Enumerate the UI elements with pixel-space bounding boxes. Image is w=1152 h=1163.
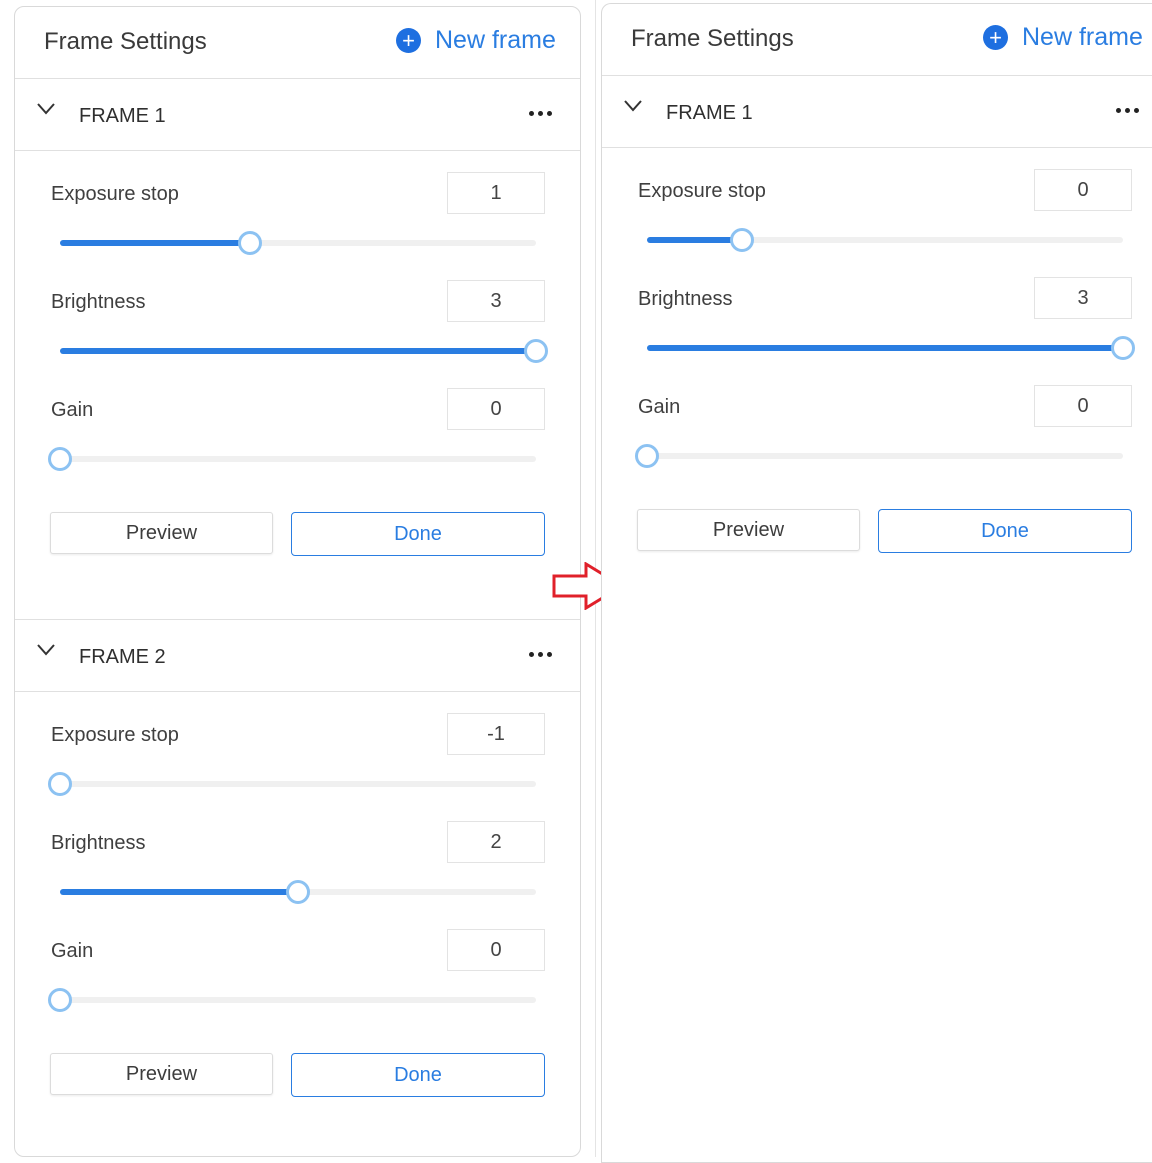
- value-input[interactable]: 1: [447, 172, 545, 214]
- setting-brightness: Brightness 3: [602, 256, 1152, 364]
- slider-thumb[interactable]: [48, 447, 72, 471]
- setting-label: Gain: [51, 940, 94, 962]
- setting-brightness: Brightness 2: [15, 800, 580, 908]
- slider-thumb[interactable]: [524, 339, 548, 363]
- frame-settings-panel-before: Frame Settings + New frame FRAME 1 Expos…: [14, 6, 581, 1157]
- frame-body: Exposure stop -1 Brightness 2 Gain 0 Pre…: [15, 692, 580, 1136]
- slider-track[interactable]: [635, 444, 1123, 468]
- panel-header: Frame Settings + New frame: [15, 7, 580, 79]
- slider-track[interactable]: [647, 228, 1123, 252]
- slider-track[interactable]: [48, 988, 536, 1012]
- slider-thumb[interactable]: [238, 231, 263, 255]
- new-frame-button[interactable]: + New frame: [396, 26, 556, 55]
- value-input[interactable]: 0: [1034, 169, 1132, 211]
- setting-label: Exposure stop: [51, 724, 179, 746]
- slider-track[interactable]: [60, 339, 548, 363]
- frame-header[interactable]: FRAME 2: [15, 620, 580, 692]
- plus-circle-icon: +: [396, 28, 421, 53]
- slider-track[interactable]: [48, 447, 536, 471]
- frame-actions: Preview Done: [15, 1016, 580, 1136]
- setting-label: Exposure stop: [638, 180, 766, 202]
- slider-thumb[interactable]: [730, 228, 755, 252]
- slider-thumb[interactable]: [48, 772, 72, 796]
- setting-exposure-stop: Exposure stop 0: [602, 148, 1152, 256]
- frame-actions: Preview Done: [602, 472, 1152, 592]
- panel-title: Frame Settings: [44, 28, 207, 55]
- value-input[interactable]: 2: [447, 821, 545, 863]
- frame-section: FRAME 2 Exposure stop -1 Brightness 2 Ga…: [15, 619, 580, 1136]
- slider-thumb[interactable]: [286, 880, 310, 904]
- frame-body: Exposure stop 0 Brightness 3 Gain 0 Prev…: [602, 148, 1152, 592]
- new-frame-button[interactable]: + New frame: [983, 23, 1143, 52]
- chevron-down-icon[interactable]: [37, 103, 55, 115]
- more-options-icon[interactable]: [529, 652, 552, 657]
- value-input[interactable]: 3: [447, 280, 545, 322]
- frame-actions: Preview Done: [15, 475, 580, 619]
- preview-button[interactable]: Preview: [50, 1053, 273, 1095]
- done-button[interactable]: Done: [291, 512, 545, 556]
- done-button[interactable]: Done: [878, 509, 1132, 553]
- setting-label: Exposure stop: [51, 183, 179, 205]
- frame-title: FRAME 1: [79, 105, 166, 127]
- value-input[interactable]: 0: [447, 929, 545, 971]
- plus-circle-icon: +: [983, 25, 1008, 50]
- slider-fill: [647, 345, 1123, 351]
- frame-header[interactable]: FRAME 1: [602, 76, 1152, 148]
- setting-label: Gain: [51, 399, 94, 421]
- preview-button[interactable]: Preview: [637, 509, 860, 551]
- slider-track[interactable]: [647, 336, 1135, 360]
- value-input[interactable]: 3: [1034, 277, 1132, 319]
- setting-gain: Gain 0: [15, 908, 580, 1016]
- setting-exposure-stop: Exposure stop -1: [15, 692, 580, 800]
- frame-title: FRAME 2: [79, 646, 166, 668]
- frame-settings-panel-after: Frame Settings + New frame FRAME 1 Expos…: [601, 3, 1152, 1163]
- done-button[interactable]: Done: [291, 1053, 545, 1097]
- new-frame-label: New frame: [435, 26, 556, 54]
- preview-button[interactable]: Preview: [50, 512, 273, 554]
- slider-track[interactable]: [48, 772, 536, 796]
- panel-title: Frame Settings: [631, 25, 794, 52]
- value-input[interactable]: 0: [447, 388, 545, 430]
- frame-section: FRAME 1 Exposure stop 1 Brightness 3 Gai…: [15, 79, 580, 619]
- setting-label: Brightness: [638, 288, 733, 310]
- more-options-icon[interactable]: [1116, 108, 1139, 113]
- setting-gain: Gain 0: [15, 367, 580, 475]
- frame-section: FRAME 1 Exposure stop 0 Brightness 3 Gai…: [602, 76, 1152, 592]
- more-options-icon[interactable]: [529, 111, 552, 116]
- setting-brightness: Brightness 3: [15, 259, 580, 367]
- slider-track[interactable]: [60, 231, 536, 255]
- new-frame-label: New frame: [1022, 23, 1143, 51]
- setting-exposure-stop: Exposure stop 1: [15, 151, 580, 259]
- frame-body: Exposure stop 1 Brightness 3 Gain 0 Prev…: [15, 151, 580, 619]
- frame-title: FRAME 1: [666, 102, 753, 124]
- value-input[interactable]: 0: [1034, 385, 1132, 427]
- slider-fill: [647, 237, 743, 243]
- slider-fill: [60, 240, 251, 246]
- slider-track[interactable]: [60, 880, 536, 904]
- chevron-down-icon[interactable]: [624, 100, 642, 112]
- slider-fill: [60, 889, 298, 895]
- panel-header: Frame Settings + New frame: [602, 4, 1152, 76]
- frame-header[interactable]: FRAME 1: [15, 79, 580, 151]
- setting-label: Brightness: [51, 832, 146, 854]
- slider-fill: [60, 348, 536, 354]
- slider-thumb[interactable]: [48, 988, 72, 1012]
- chevron-down-icon[interactable]: [37, 644, 55, 656]
- setting-label: Brightness: [51, 291, 146, 313]
- value-input[interactable]: -1: [447, 713, 545, 755]
- setting-label: Gain: [638, 396, 681, 418]
- slider-thumb[interactable]: [1111, 336, 1135, 360]
- setting-gain: Gain 0: [602, 364, 1152, 472]
- slider-thumb[interactable]: [635, 444, 659, 468]
